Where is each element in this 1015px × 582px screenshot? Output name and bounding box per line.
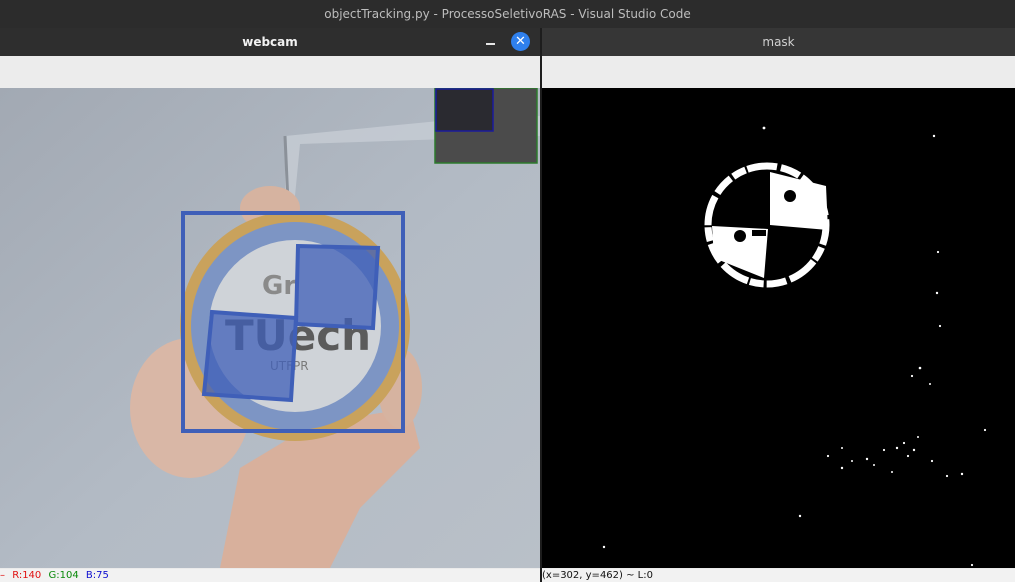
webcam-window[interactable]: webcam ✕ Gr TUech UTFPR [0, 28, 540, 582]
status-blue-value: B:75 [85, 570, 109, 581]
status-red-value: R:140 [12, 570, 42, 581]
webcam-image[interactable]: Gr TUech UTFPR [0, 88, 540, 568]
webcam-window-title: webcam [242, 35, 298, 49]
mask-image[interactable] [542, 88, 1015, 568]
mask-window[interactable]: mask (x=302, y=462) ~ L:0 [542, 28, 1015, 582]
mask-window-titlebar[interactable]: mask [542, 28, 1015, 56]
webcam-toolbar [0, 56, 540, 89]
app-title: objectTracking.py - ProcessoSeletivoRAS … [324, 7, 691, 21]
minimize-button[interactable] [480, 31, 500, 51]
webcam-statusbar: – R:140 G:104 B:75 [0, 569, 540, 582]
mask-coordinates: (x=302, y=462) ~ L:0 [542, 570, 653, 581]
mask-statusbar: (x=302, y=462) ~ L:0 [542, 569, 1015, 582]
mask-window-title: mask [762, 35, 795, 49]
close-button[interactable]: ✕ [511, 32, 530, 51]
status-prefix: – [0, 570, 5, 581]
mask-toolbar [542, 56, 1015, 89]
close-icon: ✕ [515, 34, 526, 49]
webcam-window-titlebar[interactable]: webcam ✕ [0, 28, 540, 56]
svg-text:Gr: Gr [262, 271, 296, 301]
status-green-value: G:104 [48, 570, 79, 581]
vscode-title-bar: objectTracking.py - ProcessoSeletivoRAS … [0, 0, 1015, 28]
minimize-icon [485, 43, 495, 45]
